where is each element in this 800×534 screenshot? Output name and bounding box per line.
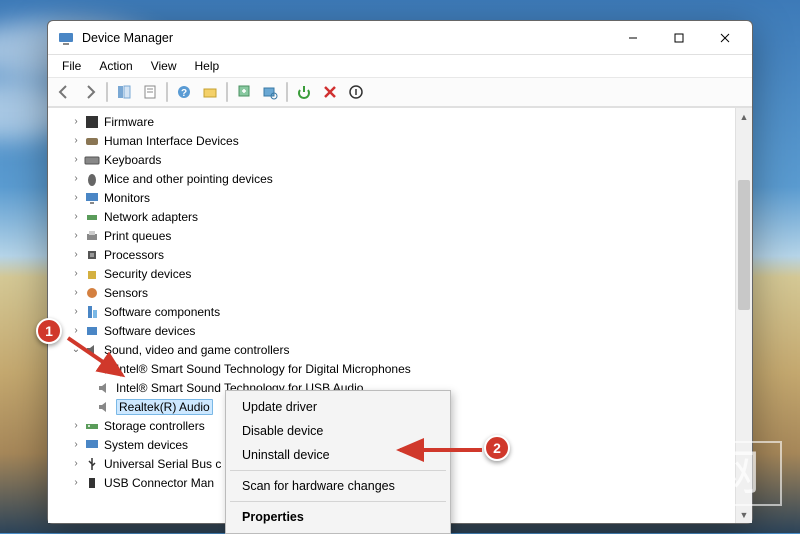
- usb-connector-icon: [84, 475, 100, 491]
- annotation-arrow-2: [390, 438, 490, 462]
- usb-icon: [84, 456, 100, 472]
- keyboard-icon: [84, 152, 100, 168]
- minimize-button[interactable]: [610, 23, 656, 53]
- show-hide-tree-button[interactable]: [112, 80, 136, 104]
- tree-node-child[interactable]: Intel® Smart Sound Technology for Digita…: [50, 359, 733, 378]
- cpu-icon: [84, 247, 100, 263]
- tree-node[interactable]: ›Network adapters: [50, 207, 733, 226]
- tree-node[interactable]: ›Firmware: [50, 112, 733, 131]
- help-button[interactable]: ?: [172, 80, 196, 104]
- monitor-icon: [84, 190, 100, 206]
- firmware-icon: [84, 114, 100, 130]
- annotation-badge-1: 1: [36, 318, 62, 344]
- tree-node[interactable]: ›Monitors: [50, 188, 733, 207]
- separator: [230, 501, 446, 502]
- menu-action[interactable]: Action: [91, 57, 140, 75]
- tree-node[interactable]: ›Software devices: [50, 321, 733, 340]
- scroll-up-icon[interactable]: ▲: [736, 108, 752, 125]
- security-icon: [84, 266, 100, 282]
- scroll-down-icon[interactable]: ▼: [736, 506, 752, 523]
- back-button[interactable]: [52, 80, 76, 104]
- tree-node[interactable]: ›Print queues: [50, 226, 733, 245]
- properties-button[interactable]: [138, 80, 162, 104]
- speaker-icon: [96, 399, 112, 415]
- close-button[interactable]: [702, 23, 748, 53]
- svg-text:?: ?: [181, 88, 187, 99]
- tree-node[interactable]: ›Mice and other pointing devices: [50, 169, 733, 188]
- system-icon: [84, 437, 100, 453]
- tree-node[interactable]: ›Keyboards: [50, 150, 733, 169]
- enable-device-button[interactable]: [292, 80, 316, 104]
- tree-node[interactable]: ›Software components: [50, 302, 733, 321]
- window-title: Device Manager: [82, 31, 610, 45]
- separator: [226, 82, 228, 102]
- network-icon: [84, 209, 100, 225]
- tree-node[interactable]: ›Human Interface Devices: [50, 131, 733, 150]
- separator: [286, 82, 288, 102]
- separator: [166, 82, 168, 102]
- action-button[interactable]: [198, 80, 222, 104]
- disable-device-button[interactable]: [344, 80, 368, 104]
- hid-icon: [84, 133, 100, 149]
- storage-icon: [84, 418, 100, 434]
- ctx-scan-hardware[interactable]: Scan for hardware changes: [228, 474, 448, 498]
- tree-node[interactable]: ›Sensors: [50, 283, 733, 302]
- tree-node-sound[interactable]: ⌄Sound, video and game controllers: [50, 340, 733, 359]
- scan-hardware-button[interactable]: [258, 80, 282, 104]
- software-component-icon: [84, 304, 100, 320]
- app-icon: [58, 30, 74, 46]
- menubar: File Action View Help: [48, 55, 752, 77]
- maximize-button[interactable]: [656, 23, 702, 53]
- printer-icon: [84, 228, 100, 244]
- separator: [230, 470, 446, 471]
- update-driver-button[interactable]: [232, 80, 256, 104]
- ctx-update-driver[interactable]: Update driver: [228, 395, 448, 419]
- tree-node[interactable]: ›Processors: [50, 245, 733, 264]
- mouse-icon: [84, 171, 100, 187]
- menu-view[interactable]: View: [143, 57, 185, 75]
- titlebar[interactable]: Device Manager: [48, 21, 752, 55]
- uninstall-device-button[interactable]: [318, 80, 342, 104]
- scroll-thumb[interactable]: [738, 180, 750, 310]
- tree-node[interactable]: ›Security devices: [50, 264, 733, 283]
- forward-button[interactable]: [78, 80, 102, 104]
- sensor-icon: [84, 285, 100, 301]
- toolbar: ?: [48, 77, 752, 107]
- menu-help[interactable]: Help: [187, 57, 228, 75]
- vertical-scrollbar[interactable]: ▲ ▼: [735, 108, 752, 523]
- ctx-properties[interactable]: Properties: [228, 505, 448, 529]
- separator: [106, 82, 108, 102]
- annotation-arrow-1: [60, 330, 140, 390]
- context-menu: Update driver Disable device Uninstall d…: [225, 390, 451, 534]
- menu-file[interactable]: File: [54, 57, 89, 75]
- scroll-track[interactable]: [736, 125, 752, 506]
